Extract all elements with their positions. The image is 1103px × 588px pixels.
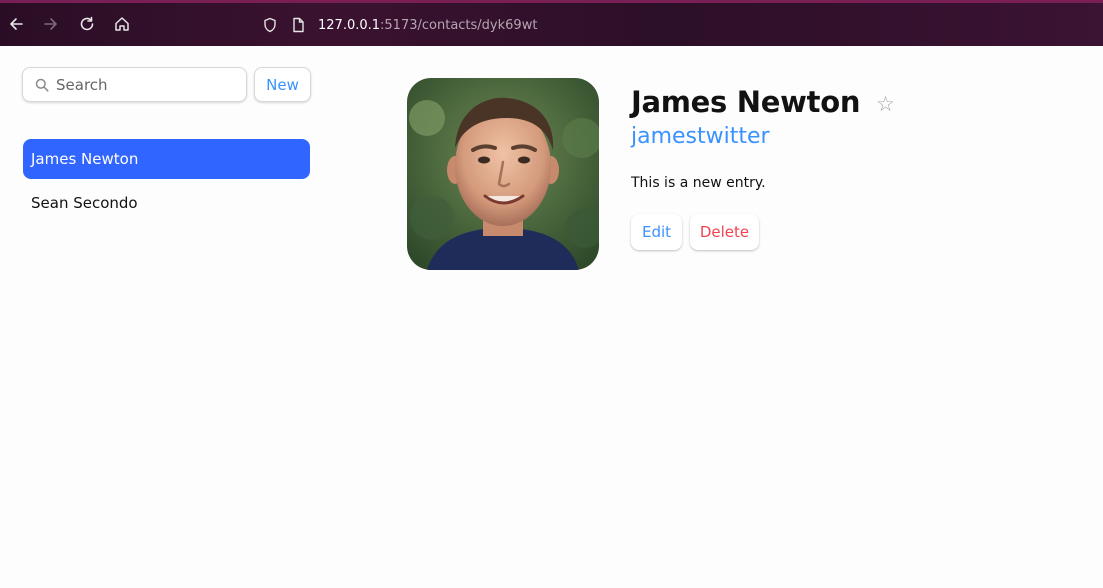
new-contact-button[interactable]: New <box>254 67 311 102</box>
edit-button[interactable]: Edit <box>631 214 682 250</box>
search-input[interactable] <box>56 75 236 94</box>
address-bar[interactable]: 127.0.0.1:5173/contacts/dyk69wt <box>262 11 962 39</box>
browser-toolbar: 127.0.0.1:5173/contacts/dyk69wt <box>0 0 1103 46</box>
contact-avatar <box>407 78 599 270</box>
twitter-link[interactable]: jamestwitter <box>631 124 770 149</box>
sidebar: New James Newton Sean Secondo <box>0 46 330 588</box>
contact-item-james-newton[interactable]: James Newton <box>23 139 310 179</box>
contact-notes: This is a new entry. <box>631 175 766 191</box>
contact-item-label: James Newton <box>31 150 139 168</box>
contact-header: James Newton ☆ <box>631 82 895 122</box>
search-icon <box>35 78 49 92</box>
delete-button[interactable]: Delete <box>690 214 759 250</box>
favorite-star-icon[interactable]: ☆ <box>876 92 895 116</box>
contact-item-label: Sean Secondo <box>31 194 138 212</box>
contact-name: James Newton <box>631 85 861 119</box>
shield-icon <box>264 17 276 33</box>
contact-item-sean-secondo[interactable]: Sean Secondo <box>23 183 310 223</box>
url-host: 127.0.0.1 <box>318 17 381 33</box>
home-icon[interactable] <box>111 13 133 35</box>
page-icon <box>293 17 304 33</box>
search-field[interactable] <box>22 67 247 102</box>
reload-icon[interactable] <box>76 13 98 35</box>
contact-list: James Newton Sean Secondo <box>23 139 310 227</box>
url-path: :5173/contacts/dyk69wt <box>380 17 538 33</box>
back-arrow-icon[interactable] <box>5 13 27 35</box>
url-text: 127.0.0.1:5173/contacts/dyk69wt <box>318 18 537 33</box>
forward-arrow-icon[interactable] <box>40 13 62 35</box>
